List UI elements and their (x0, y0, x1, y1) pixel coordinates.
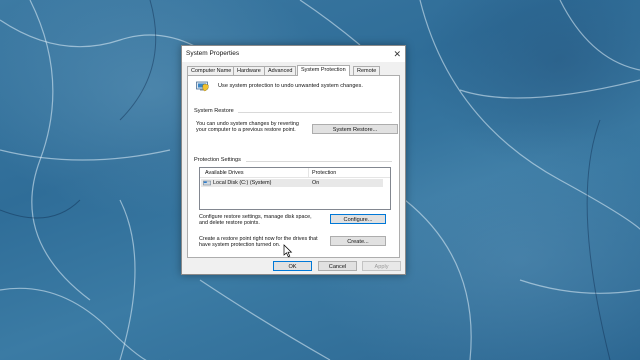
drive-name: Local Disk (C:) (System) (213, 180, 272, 186)
table-row[interactable]: Local Disk (C:) (System) On (201, 179, 383, 187)
protection-settings-label: Protection Settings (194, 157, 243, 163)
mouse-cursor-icon (283, 244, 293, 258)
shield-icon (196, 81, 209, 92)
column-header-protection[interactable]: Protection (312, 170, 336, 176)
create-button[interactable]: Create... (330, 236, 386, 246)
cancel-button[interactable]: Cancel (318, 261, 357, 271)
configure-text-2: and delete restore points. (199, 220, 260, 226)
close-icon[interactable]: ✕ (393, 48, 401, 60)
title-bar[interactable]: System Properties ✕ (182, 46, 405, 62)
configure-button[interactable]: Configure... (330, 214, 386, 224)
create-text-2: have system protection turned on. (199, 242, 281, 248)
tab-computer-name[interactable]: Computer Name (187, 66, 236, 75)
drives-list[interactable]: Available Drives Protection Local Disk (… (199, 167, 391, 210)
divider (246, 161, 392, 162)
tab-advanced[interactable]: Advanced (264, 66, 297, 75)
ok-button[interactable]: OK (273, 261, 312, 271)
tab-hardware[interactable]: Hardware (233, 66, 265, 75)
system-restore-button[interactable]: System Restore... (312, 124, 398, 134)
tab-remote[interactable]: Remote (353, 66, 381, 75)
apply-button[interactable]: Apply (362, 261, 401, 271)
system-protection-panel: Use system protection to undo unwanted s… (187, 75, 400, 258)
window-title: System Properties (186, 50, 240, 57)
protection-description: Use system protection to undo unwanted s… (218, 83, 363, 89)
column-separator[interactable] (308, 168, 309, 177)
drives-list-header: Available Drives Protection (200, 168, 390, 178)
system-properties-dialog: System Properties ✕ Computer Name Hardwa… (181, 45, 406, 275)
drive-protection-status: On (312, 180, 320, 186)
divider (238, 112, 392, 113)
system-restore-label: System Restore (194, 108, 236, 114)
column-header-available-drives[interactable]: Available Drives (205, 170, 244, 176)
tab-system-protection[interactable]: System Protection (297, 65, 350, 76)
system-restore-text-2: your computer to a previous restore poin… (196, 127, 296, 133)
drive-icon (203, 180, 211, 186)
